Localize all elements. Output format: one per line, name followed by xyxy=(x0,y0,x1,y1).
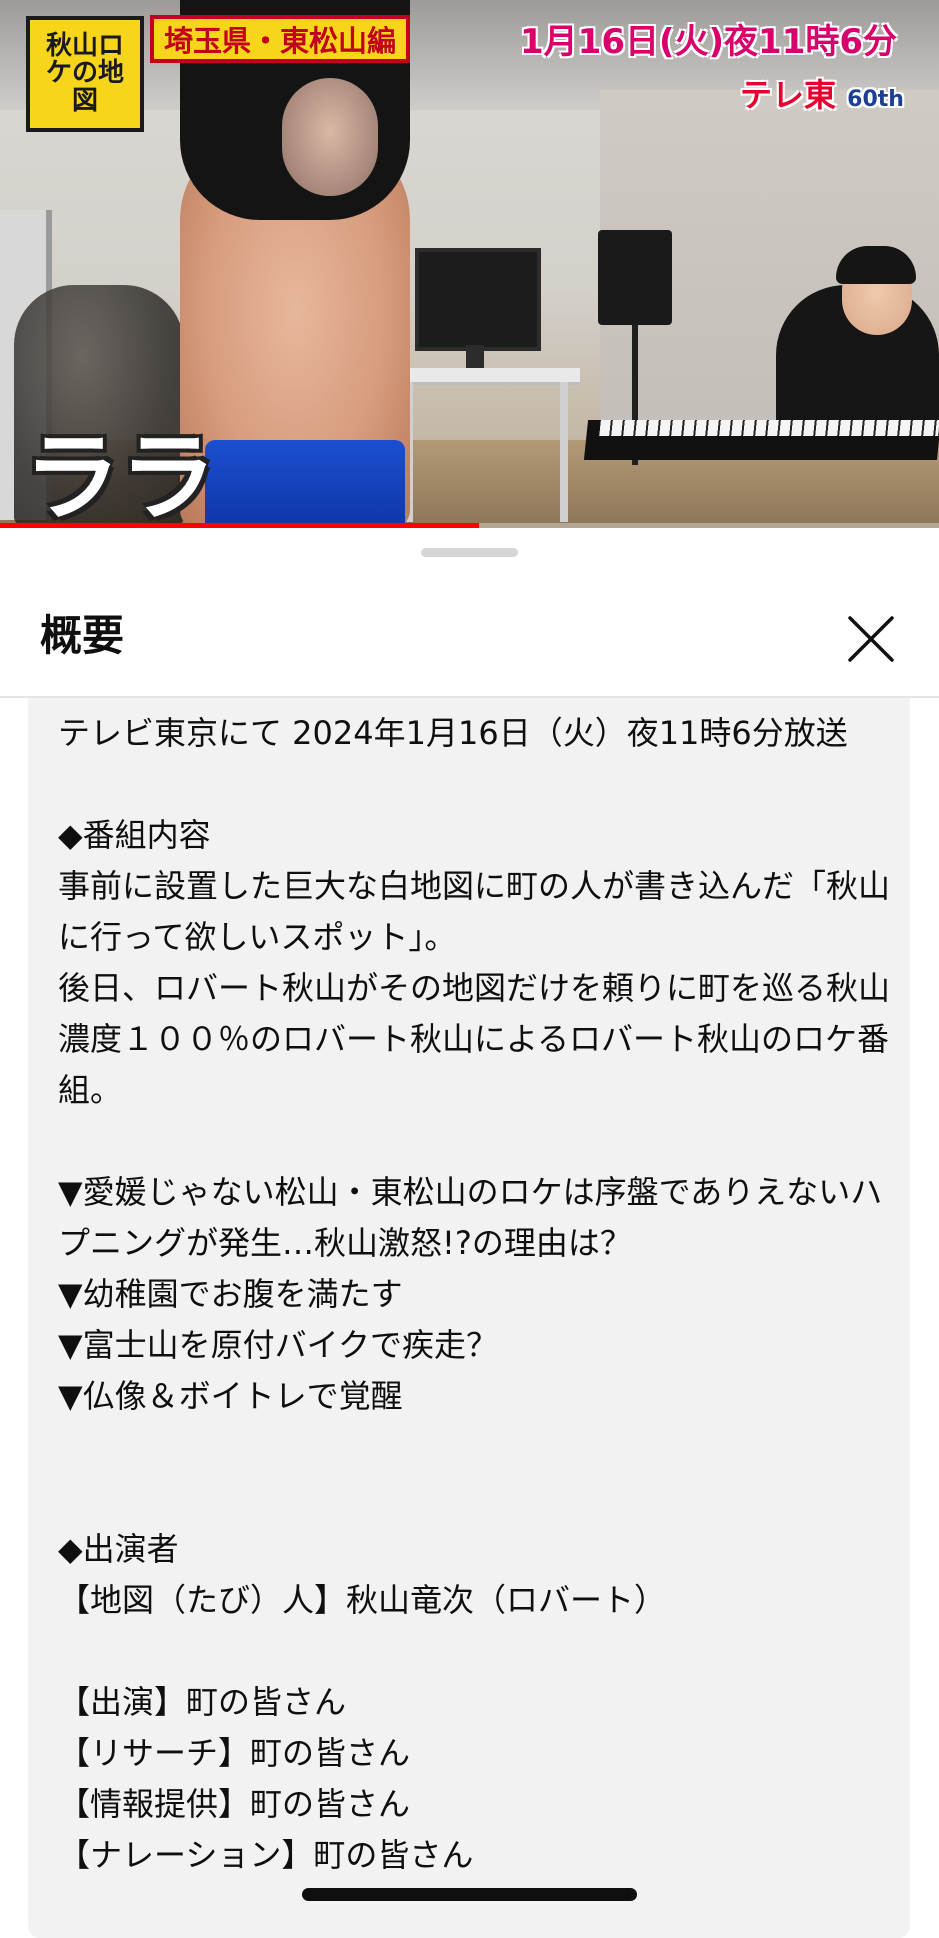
video-scene-monitor-stand xyxy=(466,345,484,370)
channel-logo-suffix: 60th xyxy=(847,87,904,112)
description-text: テレビ東京にて 2024年1月16日（火）夜11時6分放送 ◆番組内容 事前に設… xyxy=(58,714,891,1874)
video-scene-desk-leg xyxy=(560,382,568,522)
video-scene-shirt-print xyxy=(282,78,378,196)
video-scene-pants xyxy=(205,440,405,528)
video-player[interactable]: 秋山ロケの地図 埼玉県・東松山編 1月16日(火)夜11時6分 テレ東 60th… xyxy=(0,0,939,528)
sheet-title: 概要 xyxy=(40,611,125,660)
video-scene-desk xyxy=(400,368,580,385)
location-badge: 埼玉県・東松山編 xyxy=(150,15,411,63)
home-indicator[interactable] xyxy=(302,1888,637,1901)
show-logo: 秋山ロケの地図 xyxy=(26,16,144,132)
video-scene-speaker xyxy=(598,230,672,325)
description-sheet: 概要 テレビ東京にて 2024年1月16日（火）夜11時6分放送 ◆番組内容 事… xyxy=(0,528,939,1938)
channel-logo-text: テレ東 xyxy=(740,76,837,114)
close-icon xyxy=(848,616,894,662)
close-button[interactable] xyxy=(842,610,900,668)
sheet-drag-handle[interactable] xyxy=(421,548,518,557)
channel-logo: テレ東 60th xyxy=(740,70,904,116)
video-caption: ララ xyxy=(24,422,216,528)
description-box[interactable]: テレビ東京にて 2024年1月16日（火）夜11時6分放送 ◆番組内容 事前に設… xyxy=(28,698,910,1938)
broadcast-time-overlay: 1月16日(火)夜11時6分 xyxy=(520,22,898,62)
video-scene-keys xyxy=(599,420,939,436)
video-scene-monitor xyxy=(415,248,541,351)
